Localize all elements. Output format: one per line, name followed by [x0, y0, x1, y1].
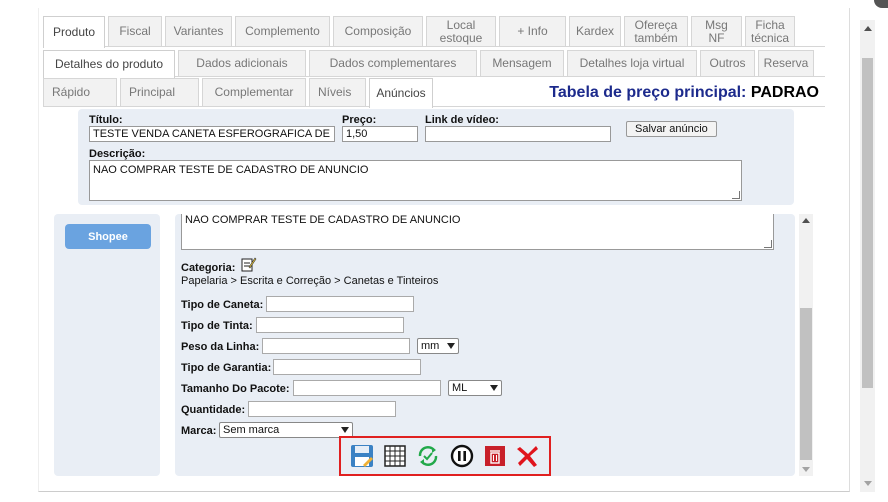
marketplace-description-text: NAO COMPRAR TESTE DE CADASTRO DE ANUNCIO [185, 214, 461, 226]
save-ad-button[interactable]: Salvar anúncio [626, 121, 717, 137]
scroll-down-icon[interactable] [864, 481, 872, 486]
price-label: Preço: [342, 114, 377, 126]
description-textarea[interactable]: NAO COMPRAR TESTE DE CADASTRO DE ANUNCIO [89, 160, 742, 201]
scroll-up-icon[interactable] [864, 26, 872, 31]
product-form-frame: Produto Fiscal Variantes Complemento Com… [38, 8, 850, 492]
tab-rapido[interactable]: Rápido [43, 78, 117, 106]
tab-complemento[interactable]: Complemento [235, 16, 330, 46]
marketplace-description-textarea[interactable]: NAO COMPRAR TESTE DE CADASTRO DE ANUNCIO [181, 214, 774, 250]
price-table-label: Tabela de preço principal: [549, 84, 747, 101]
tab-reserva[interactable]: Reserva [758, 50, 814, 76]
sub-tab-row: Rápido Principal Complementar Níveis Anú… [43, 78, 436, 108]
window-corner [874, 0, 888, 8]
tab-dados-adicionais[interactable]: Dados adicionais [178, 50, 306, 76]
price-table-value: PADRAO [750, 84, 819, 101]
video-link-input[interactable] [425, 126, 611, 142]
tab-principal[interactable]: Principal [120, 78, 199, 106]
description-text: NAO COMPRAR TESTE DE CADASTRO DE ANUNCIO [93, 164, 369, 176]
main-tab-row: Produto Fiscal Variantes Complemento Com… [43, 16, 798, 48]
chevron-down-icon [341, 427, 349, 433]
peso-unit-select[interactable]: mm [417, 338, 459, 354]
title-label: Título: [89, 114, 123, 126]
title-input[interactable]: TESTE VENDA CANETA ESFEROGRAFICA DE [89, 126, 335, 142]
tab-composicao[interactable]: Composição [333, 16, 423, 46]
shopee-button[interactable]: Shopee [65, 224, 151, 249]
tab-ficha-tecnica[interactable]: Ficha técnica [745, 16, 795, 46]
pause-icon[interactable] [449, 443, 475, 469]
marca-select[interactable]: Sem marca [219, 422, 353, 438]
price-table-title: Tabela de preço principal: PADRAO [549, 84, 819, 102]
tipo-caneta-label: Tipo de Caneta: [181, 299, 264, 311]
tipo-tinta-input[interactable] [256, 317, 404, 333]
tab-detalhes-loja-virtual[interactable]: Detalhes loja virtual [567, 50, 697, 76]
tab-divider [43, 106, 825, 107]
scroll-thumb[interactable] [800, 308, 812, 460]
tab-ofereca-tambem[interactable]: Ofereça também [624, 16, 688, 46]
tab-niveis[interactable]: Níveis [309, 78, 366, 106]
video-link-label: Link de vídeo: [425, 114, 499, 126]
grid-icon[interactable] [382, 443, 408, 469]
scroll-thumb[interactable] [862, 58, 873, 388]
peso-linha-input[interactable] [262, 338, 410, 354]
tab-variantes[interactable]: Variantes [165, 16, 232, 46]
tab-divider [43, 46, 825, 47]
peso-linha-label: Peso da Linha: [181, 341, 260, 353]
delete-icon[interactable] [482, 443, 508, 469]
tipo-caneta-input[interactable] [266, 296, 414, 312]
window-top-strip [0, 0, 888, 8]
tipo-garantia-label: Tipo de Garantia: [181, 362, 272, 374]
form-scrollbar[interactable] [799, 214, 813, 476]
ad-panel: Título: TESTE VENDA CANETA ESFEROGRAFICA… [78, 109, 794, 205]
quantidade-input[interactable] [248, 401, 396, 417]
tamanho-pacote-input[interactable] [293, 380, 441, 396]
tab-local-estoque[interactable]: Local estoque [426, 16, 496, 46]
peso-unit-value: mm [421, 340, 440, 352]
marca-value: Sem marca [223, 424, 280, 436]
quantidade-label: Quantidade: [181, 404, 246, 416]
chevron-down-icon [490, 385, 498, 391]
close-icon[interactable] [515, 443, 541, 469]
tab-produto[interactable]: Produto [43, 16, 105, 48]
tab-dados-complementares[interactable]: Dados complementares [309, 50, 477, 76]
scroll-down-icon[interactable] [802, 467, 810, 472]
category-path: Papelaria > Escrita e Correção > Canetas… [181, 275, 439, 287]
marca-label: Marca: [181, 425, 217, 437]
action-toolbar [339, 436, 551, 476]
tipo-tinta-label: Tipo de Tinta: [181, 320, 253, 332]
tipo-garantia-input[interactable] [273, 359, 421, 375]
edit-category-icon[interactable] [241, 256, 257, 275]
tab-msg-nf[interactable]: Msg NF [691, 16, 742, 46]
price-input[interactable]: 1,50 [342, 126, 418, 142]
tab-mais-info[interactable]: + Info [499, 16, 566, 46]
tab-mensagem[interactable]: Mensagem [480, 50, 564, 76]
resize-grip-icon[interactable] [764, 240, 772, 248]
tab-outros[interactable]: Outros [700, 50, 755, 76]
tamanho-unit-value: ML [452, 382, 468, 394]
tab-kardex[interactable]: Kardex [569, 16, 621, 46]
tab-detalhes-do-produto[interactable]: Detalhes do produto [43, 50, 175, 78]
tamanho-unit-select[interactable]: ML [448, 380, 502, 396]
scroll-up-icon[interactable] [802, 218, 810, 223]
chevron-down-icon [447, 343, 455, 349]
marketplace-list: Shopee [54, 214, 160, 476]
detail-tab-row: Detalhes do produto Dados adicionais Dad… [43, 50, 817, 78]
resize-grip-icon[interactable] [732, 191, 740, 199]
tab-complementar[interactable]: Complementar [202, 78, 306, 106]
page-scrollbar[interactable] [860, 20, 875, 492]
category-label: Categoria: [181, 262, 236, 274]
refresh-icon[interactable] [415, 443, 441, 469]
tamanho-pacote-label: Tamanho Do Pacote: [181, 383, 290, 395]
tab-fiscal[interactable]: Fiscal [108, 16, 162, 46]
save-icon[interactable] [349, 443, 375, 469]
description-label: Descrição: [89, 148, 146, 160]
tab-anuncios[interactable]: Anúncios [369, 78, 433, 108]
